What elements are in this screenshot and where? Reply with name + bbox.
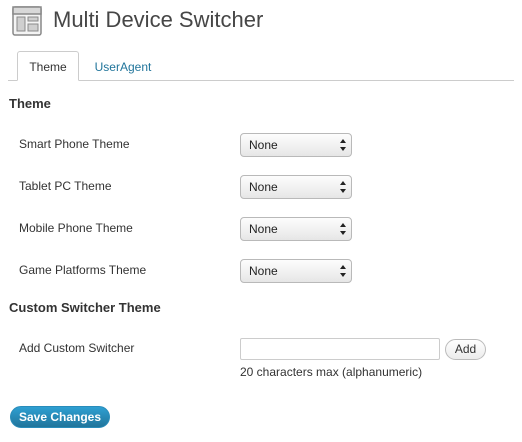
tab-useragent[interactable]: UserAgent — [82, 51, 164, 81]
settings-page-icon — [12, 6, 42, 36]
smart-phone-theme-select[interactable]: None — [240, 133, 352, 157]
game-platforms-theme-select[interactable]: None — [240, 259, 352, 283]
custom-switcher-section-heading: Custom Switcher Theme — [9, 300, 161, 315]
select-arrows-icon — [340, 181, 346, 193]
select-arrows-icon — [340, 139, 346, 151]
page-title: Multi Device Switcher — [53, 7, 264, 32]
select-arrows-icon — [340, 223, 346, 235]
select-value: None — [249, 138, 278, 152]
mobile-phone-theme-label: Mobile Phone Theme — [19, 221, 133, 235]
select-value: None — [249, 222, 278, 236]
add-custom-switcher-label: Add Custom Switcher — [19, 341, 135, 355]
mobile-phone-theme-select[interactable]: None — [240, 217, 352, 241]
save-changes-button[interactable]: Save Changes — [10, 406, 110, 428]
game-platforms-theme-label: Game Platforms Theme — [19, 263, 147, 277]
tablet-pc-theme-label: Tablet PC Theme — [19, 179, 112, 193]
select-arrows-icon — [340, 265, 346, 277]
add-button[interactable]: Add — [445, 339, 486, 360]
select-value: None — [249, 264, 278, 278]
theme-section-heading: Theme — [9, 96, 51, 111]
tab-theme[interactable]: Theme — [17, 51, 79, 81]
tablet-pc-theme-select[interactable]: None — [240, 175, 352, 199]
select-value: None — [249, 180, 278, 194]
custom-switcher-input[interactable] — [240, 338, 440, 360]
smart-phone-theme-label: Smart Phone Theme — [19, 137, 130, 151]
custom-switcher-hint: 20 characters max (alphanumeric) — [240, 365, 423, 379]
